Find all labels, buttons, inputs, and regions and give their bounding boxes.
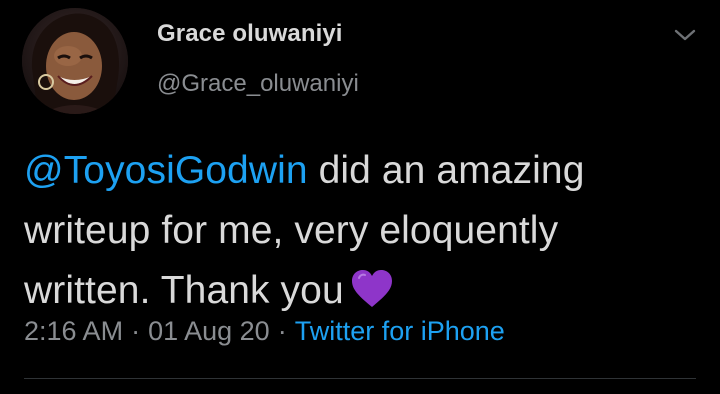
tweet-date[interactable]: 01 Aug 20	[148, 316, 270, 347]
tweet-line-1-text: did an amazing	[307, 149, 585, 192]
tweet-time[interactable]: 2:16 AM	[24, 316, 123, 347]
author-handle[interactable]: @Grace_oluwaniyi	[157, 70, 359, 98]
meta-separator: ·	[131, 316, 141, 346]
avatar[interactable]	[22, 8, 128, 114]
tweet-line-2: writeup for me, very eloquently	[24, 209, 559, 252]
meta-separator: ·	[277, 316, 287, 346]
divider	[24, 378, 696, 379]
tweet-source-link[interactable]: Twitter for iPhone	[295, 316, 505, 347]
author-display-name[interactable]: Grace oluwaniyi	[157, 20, 343, 48]
tweet-text: @ToyosiGodwin did an amazing writeup for…	[24, 141, 684, 327]
tweet-detail: Grace oluwaniyi @Grace_oluwaniyi @Toyosi…	[0, 0, 720, 394]
chevron-down-icon	[674, 29, 696, 41]
mention-link[interactable]: @ToyosiGodwin	[24, 149, 308, 192]
tweet-meta: 2:16 AM · 01 Aug 20 · Twitter for iPhone	[24, 316, 505, 347]
more-options-button[interactable]	[668, 20, 702, 50]
tweet-line-3-text: written. Thank you	[24, 269, 344, 312]
tweet-line-1: @ToyosiGodwin did an amazing	[24, 141, 684, 201]
profile-photo-icon	[22, 8, 128, 114]
